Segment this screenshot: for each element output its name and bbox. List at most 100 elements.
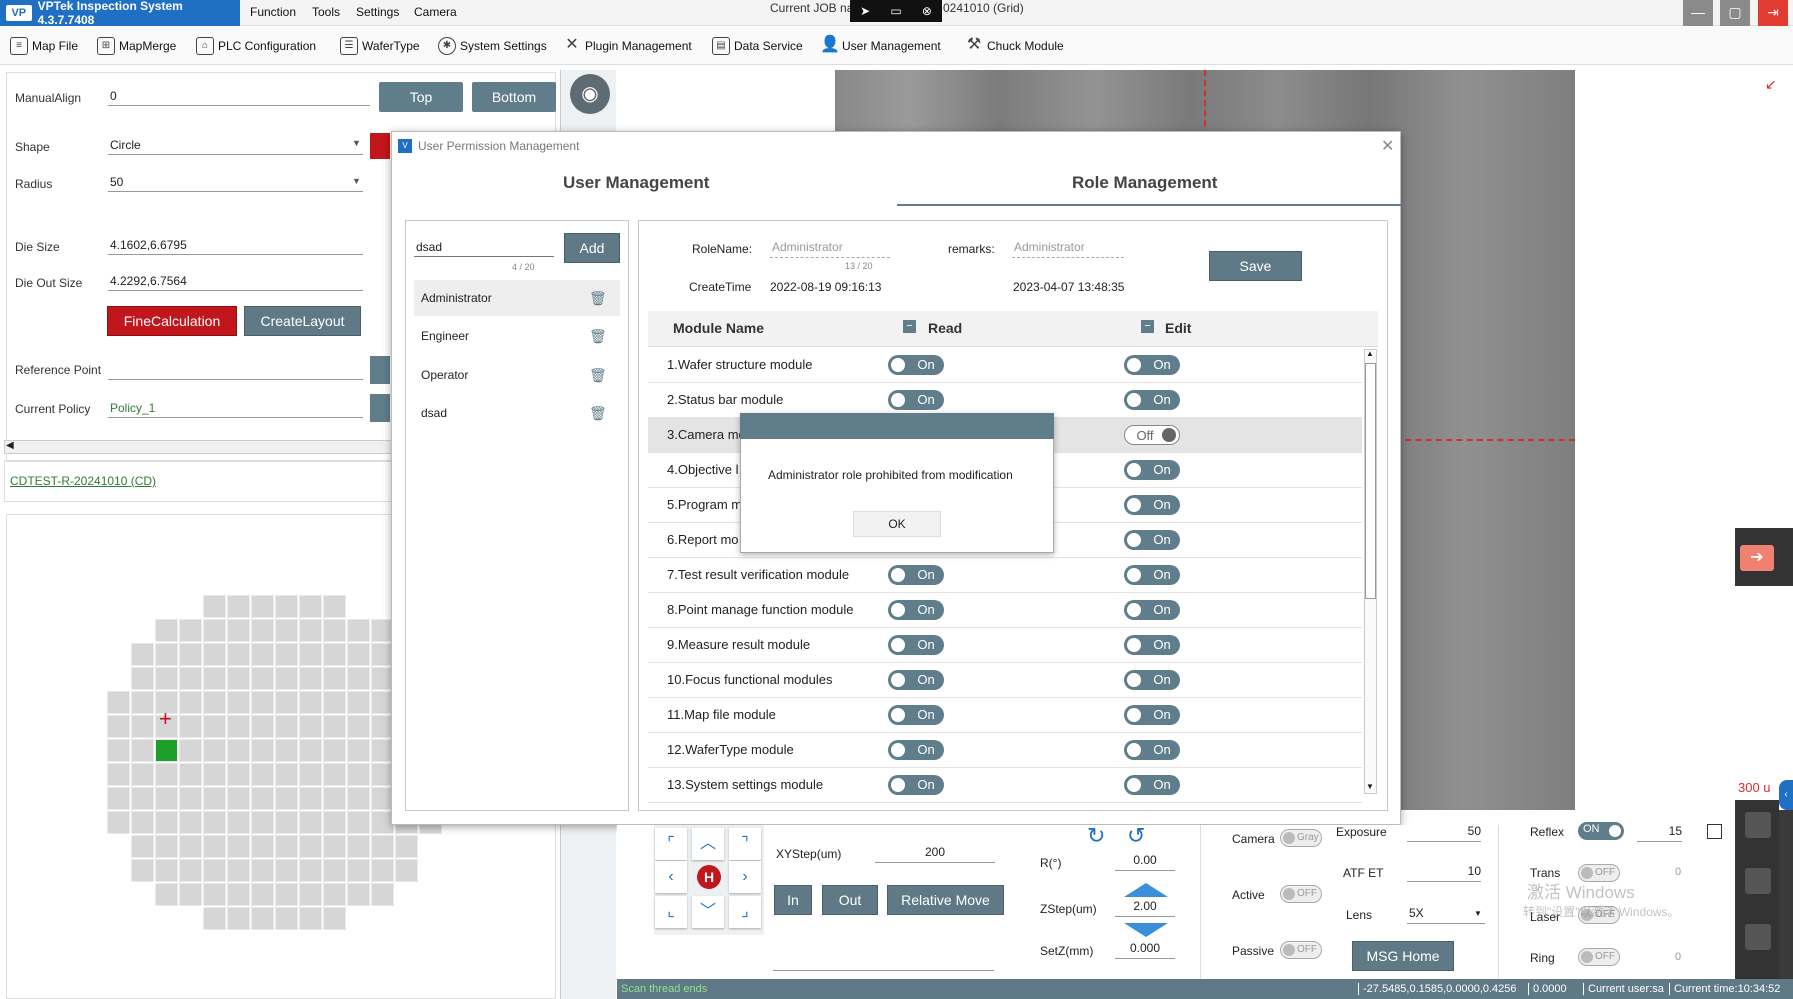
die-cell[interactable] <box>227 763 250 786</box>
trash-icon[interactable]: 🗑 <box>589 328 607 345</box>
die-cell[interactable] <box>227 643 250 666</box>
die-cell-selected[interactable] <box>155 739 178 762</box>
die-cell[interactable] <box>323 595 346 618</box>
close-icon[interactable]: ⊗ <box>922 4 932 18</box>
die-cell[interactable] <box>179 811 202 834</box>
die-cell[interactable] <box>155 811 178 834</box>
read-toggle[interactable]: On <box>888 635 944 655</box>
exposure-input[interactable]: 50 <box>1407 824 1481 842</box>
die-cell[interactable] <box>155 835 178 858</box>
die-cell[interactable] <box>251 883 274 906</box>
die-cell[interactable] <box>179 787 202 810</box>
camera-gray-toggle[interactable]: Gray <box>1280 829 1322 847</box>
die-cell[interactable] <box>275 907 298 930</box>
die-cell[interactable] <box>227 811 250 834</box>
die-cell[interactable] <box>251 859 274 882</box>
die-cell[interactable] <box>131 811 154 834</box>
die-cell[interactable] <box>251 739 274 762</box>
die-cell[interactable] <box>203 787 226 810</box>
add-role-button[interactable]: Add <box>564 233 620 263</box>
die-cell[interactable] <box>155 787 178 810</box>
edit-toggle[interactable]: On <box>1124 355 1180 375</box>
edit-toggle[interactable]: On <box>1124 775 1180 795</box>
read-toggle[interactable]: On <box>888 355 944 375</box>
die-cell[interactable] <box>203 883 226 906</box>
scroll-up-icon[interactable]: ▲ <box>1366 349 1374 358</box>
die-cell[interactable] <box>179 715 202 738</box>
edit-toggle[interactable]: On <box>1124 705 1180 725</box>
die-cell[interactable] <box>131 667 154 690</box>
die-cell[interactable] <box>131 787 154 810</box>
jog-up-left-icon[interactable]: ⌜ <box>655 828 687 860</box>
die-cell[interactable] <box>323 811 346 834</box>
die-cell[interactable] <box>251 907 274 930</box>
die-cell[interactable] <box>347 667 370 690</box>
die-cell[interactable] <box>179 667 202 690</box>
die-cell[interactable] <box>179 835 202 858</box>
die-cell[interactable] <box>323 667 346 690</box>
edit-toggle[interactable]: On <box>1124 460 1180 480</box>
die-cell[interactable] <box>347 643 370 666</box>
die-cell[interactable] <box>107 763 130 786</box>
die-cell[interactable] <box>251 763 274 786</box>
die-cell[interactable] <box>323 619 346 642</box>
tab-role-management[interactable]: Role Management <box>897 163 1401 206</box>
die-cell[interactable] <box>395 859 418 882</box>
die-cell[interactable] <box>323 859 346 882</box>
die-cell[interactable] <box>275 787 298 810</box>
die-cell[interactable] <box>203 859 226 882</box>
camera-icon[interactable]: ◉ <box>570 74 610 114</box>
die-cell[interactable] <box>155 763 178 786</box>
reflex-checkbox[interactable] <box>1707 824 1722 839</box>
die-cell[interactable] <box>299 907 322 930</box>
in-button[interactable]: In <box>774 885 812 915</box>
die-cell[interactable] <box>107 715 130 738</box>
reflex-input[interactable]: 15 <box>1637 824 1682 842</box>
die-cell[interactable] <box>251 811 274 834</box>
die-cell[interactable] <box>347 763 370 786</box>
jog-down-right-icon[interactable]: ⌟ <box>729 896 761 928</box>
die-cell[interactable] <box>299 667 322 690</box>
die-cell[interactable] <box>275 763 298 786</box>
edit-toggle[interactable]: On <box>1124 600 1180 620</box>
edit-all-checkbox[interactable]: − <box>1141 320 1154 333</box>
die-cell[interactable] <box>323 835 346 858</box>
video-icon[interactable] <box>1745 868 1771 894</box>
die-cell[interactable] <box>227 691 250 714</box>
die-cell[interactable] <box>203 667 226 690</box>
die-cell[interactable] <box>227 739 250 762</box>
die-cell[interactable] <box>275 667 298 690</box>
die-cell[interactable] <box>227 715 250 738</box>
save-button[interactable]: Save <box>1209 251 1302 281</box>
msg-home-button[interactable]: MSG Home <box>1352 941 1454 971</box>
die-cell[interactable] <box>155 883 178 906</box>
read-toggle[interactable]: On <box>888 565 944 585</box>
die-cell[interactable] <box>275 835 298 858</box>
die-cell[interactable] <box>203 595 226 618</box>
r-input[interactable]: 0.00 <box>1115 853 1175 871</box>
die-cell[interactable] <box>323 907 346 930</box>
die-cell[interactable] <box>179 763 202 786</box>
die-cell[interactable] <box>323 715 346 738</box>
relative-move-button[interactable]: Relative Move <box>887 885 1004 915</box>
edit-toggle[interactable]: On <box>1124 740 1180 760</box>
create-layout-button[interactable]: CreateLayout <box>244 306 361 336</box>
manual-align-input[interactable]: 0 <box>108 88 370 106</box>
die-cell[interactable] <box>299 787 322 810</box>
jog-down-icon[interactable]: ﹀ <box>692 896 724 928</box>
die-cell[interactable] <box>299 595 322 618</box>
die-cell[interactable] <box>275 859 298 882</box>
die-cell[interactable] <box>107 691 130 714</box>
die-cell[interactable] <box>107 787 130 810</box>
radius-select[interactable]: 50 <box>108 174 363 192</box>
die-out-size-input[interactable]: 4.2292,6.7564 <box>108 273 363 291</box>
jog-up-icon[interactable]: ︿ <box>692 828 724 860</box>
die-cell[interactable] <box>203 619 226 642</box>
die-cell[interactable] <box>203 907 226 930</box>
die-cell[interactable] <box>251 787 274 810</box>
die-cell[interactable] <box>371 859 394 882</box>
die-cell[interactable] <box>203 739 226 762</box>
fine-calculation-button[interactable]: FineCalculation <box>107 306 237 336</box>
toolbar-wafertype[interactable]: ☰ WaferType <box>340 33 420 59</box>
die-cell[interactable] <box>299 715 322 738</box>
